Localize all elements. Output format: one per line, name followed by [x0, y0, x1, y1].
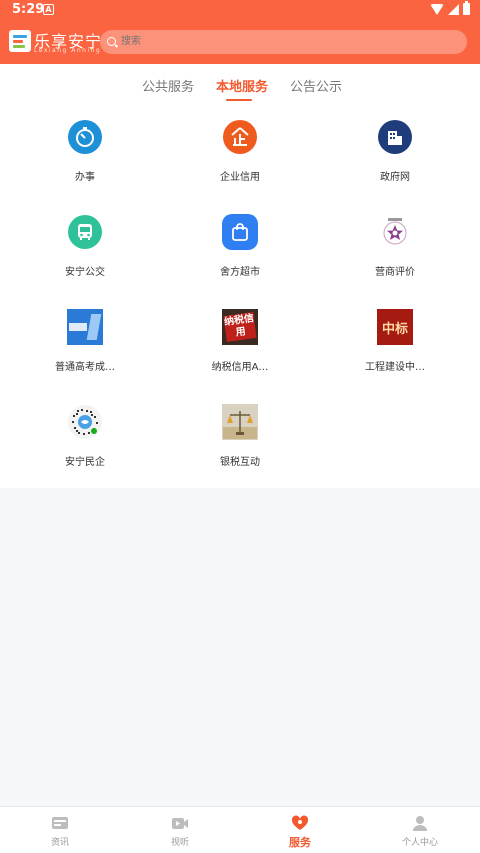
person-icon	[413, 816, 427, 831]
video-icon	[172, 818, 188, 829]
search-input[interactable]	[121, 30, 451, 54]
building-icon	[378, 120, 412, 154]
service-label: 办事	[75, 172, 95, 183]
service-item-business-evaluation[interactable]: 营商评价	[315, 214, 475, 309]
signal-icon	[448, 3, 459, 15]
tabbar-label: 资讯	[50, 838, 69, 848]
timer-icon	[68, 120, 102, 154]
service-label: 营商评价	[375, 267, 415, 278]
enterprise-icon	[223, 120, 257, 154]
service-label: 企业信用	[220, 172, 260, 183]
tabbar-item-news[interactable]: 资讯	[0, 807, 120, 853]
service-icon	[291, 815, 309, 830]
service-item-construction[interactable]: 中标 工程建设中…	[315, 309, 475, 404]
scale-icon	[222, 404, 258, 440]
battery-icon	[463, 1, 470, 15]
app-subtitle: Lexiang Anning	[34, 47, 102, 54]
service-label: 工程建设中…	[365, 362, 425, 373]
service-item-exam-results[interactable]: 普通高考成…	[5, 309, 165, 404]
tabbar-item-video[interactable]: 视听	[120, 807, 240, 853]
tab-public-services[interactable]: 公共服务	[142, 76, 194, 95]
service-item-banshi[interactable]: 办事	[5, 119, 165, 214]
service-label: 舍方超市	[220, 267, 260, 278]
service-item-private-enterprise[interactable]: 安宁民企	[5, 404, 165, 499]
service-label: 安宁民企	[65, 457, 105, 468]
tabbar-item-profile[interactable]: 个人中心	[360, 807, 480, 853]
search-icon	[107, 37, 116, 46]
news-icon	[52, 817, 68, 829]
tabbar-item-service[interactable]: 服务	[240, 807, 360, 853]
bus-icon	[68, 215, 102, 249]
service-item-tax-credit[interactable]: 纳税信用 纳税信用A…	[160, 309, 320, 404]
bottom-tab-bar: 资讯 视听 服务 个人中心	[0, 806, 480, 853]
service-label: 普通高考成…	[55, 362, 115, 373]
service-item-government-site[interactable]: 政府网	[315, 119, 475, 214]
tabbar-label: 个人中心	[401, 838, 438, 848]
tab-announcements[interactable]: 公告公示	[290, 76, 342, 95]
tab-local-services[interactable]: 本地服务	[216, 76, 268, 95]
service-label: 安宁公交	[65, 267, 105, 278]
service-label: 纳税信用A…	[211, 362, 269, 373]
bid-icon: 中标	[377, 309, 413, 345]
search-bar[interactable]	[100, 30, 467, 54]
tabbar-label: 服务	[289, 836, 311, 849]
service-item-enterprise-credit[interactable]: 企业信用	[160, 119, 320, 214]
tabbar-label: 视听	[170, 838, 189, 848]
shopping-bag-icon	[222, 214, 258, 250]
qr-code-icon	[67, 404, 103, 440]
status-icons	[430, 1, 470, 15]
service-item-supermarket[interactable]: 舍方超市	[160, 214, 320, 309]
services-panel: 公共服务 本地服务 公告公示 办事 企业信用 政府网 安宁公交 舍方超市 营商评…	[0, 64, 480, 488]
wifi-icon	[430, 3, 444, 15]
status-time: 5:29	[12, 2, 45, 17]
service-item-bus[interactable]: 安宁公交	[5, 214, 165, 309]
emblem-icon	[377, 214, 413, 250]
service-label: 政府网	[380, 172, 410, 183]
exam-icon	[67, 309, 103, 345]
service-item-bank-tax[interactable]: 银税互动	[160, 404, 320, 499]
header: 5:29 A 乐享安宁 Lexiang Anning	[0, 0, 480, 64]
tax-credit-icon: 纳税信用	[222, 309, 258, 345]
notification-icon: A	[43, 4, 54, 15]
status-bar: 5:29 A	[0, 0, 480, 22]
service-label: 银税互动	[220, 457, 260, 468]
app-logo-icon	[9, 30, 31, 52]
active-tab-indicator	[226, 99, 252, 101]
